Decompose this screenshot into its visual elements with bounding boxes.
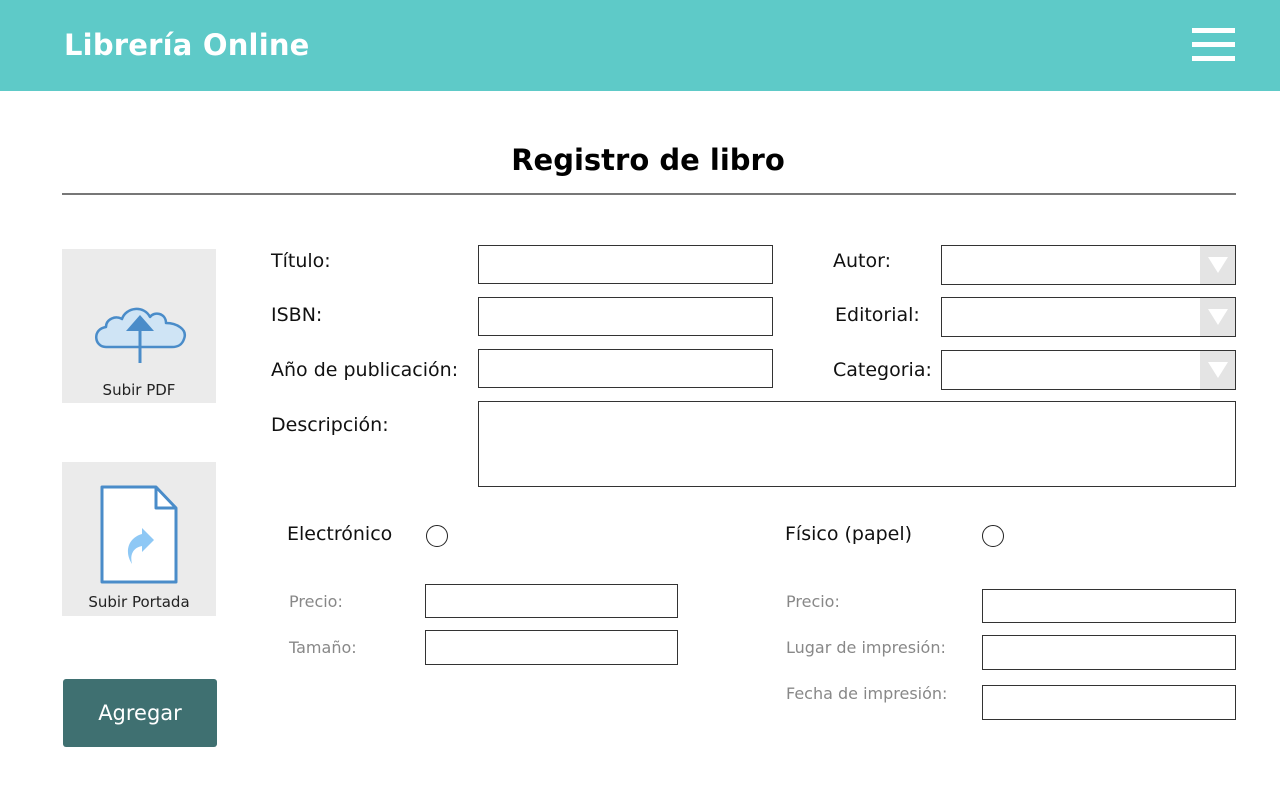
titulo-label: Título: bbox=[271, 250, 331, 272]
chevron-down-icon bbox=[1200, 298, 1235, 336]
titulo-input[interactable] bbox=[478, 245, 773, 284]
isbn-input[interactable] bbox=[478, 297, 773, 336]
categoria-select[interactable] bbox=[941, 350, 1236, 390]
isbn-label: ISBN: bbox=[271, 304, 323, 326]
electronico-precio-label: Precio: bbox=[289, 592, 343, 611]
fisico-precio-label: Precio: bbox=[786, 592, 840, 611]
title-divider bbox=[62, 193, 1236, 195]
chevron-down-icon bbox=[1200, 246, 1235, 284]
electronico-radio[interactable] bbox=[426, 525, 448, 547]
top-bar: Librería Online bbox=[0, 0, 1280, 91]
anio-publicacion-label: Año de publicación: bbox=[271, 359, 459, 381]
electronico-tamano-input[interactable] bbox=[425, 630, 678, 665]
fisico-lugar-input[interactable] bbox=[982, 635, 1236, 670]
fisico-precio-input[interactable] bbox=[982, 589, 1236, 623]
menu-line bbox=[1192, 28, 1235, 33]
chevron-down-icon bbox=[1200, 351, 1235, 389]
autor-select[interactable] bbox=[941, 245, 1236, 285]
descripcion-textarea[interactable] bbox=[478, 401, 1236, 487]
anio-publicacion-input[interactable] bbox=[478, 349, 773, 388]
upload-pdf-button[interactable]: Subir PDF bbox=[62, 249, 216, 403]
fisico-fecha-label: Fecha de impresión: bbox=[786, 684, 948, 703]
fisico-lugar-label: Lugar de impresión: bbox=[786, 638, 946, 657]
file-share-icon bbox=[100, 485, 178, 584]
categoria-label: Categoria: bbox=[833, 359, 932, 381]
page-title: Registro de libro bbox=[511, 143, 785, 177]
upload-cover-button[interactable]: Subir Portada bbox=[62, 462, 216, 616]
upload-pdf-label: Subir PDF bbox=[102, 381, 176, 399]
add-button[interactable]: Agregar bbox=[63, 679, 217, 747]
electronico-tamano-label: Tamaño: bbox=[289, 638, 357, 657]
electronico-option-label: Electrónico bbox=[287, 523, 393, 545]
fisico-fecha-input[interactable] bbox=[982, 685, 1236, 720]
cloud-upload-icon bbox=[95, 307, 187, 363]
fisico-option-label: Físico (papel) bbox=[785, 523, 913, 545]
electronico-precio-input[interactable] bbox=[425, 584, 678, 618]
upload-cover-label: Subir Portada bbox=[88, 593, 190, 611]
menu-line bbox=[1192, 42, 1235, 47]
app-title: Librería Online bbox=[64, 28, 310, 62]
fisico-radio[interactable] bbox=[982, 525, 1004, 547]
autor-label: Autor: bbox=[833, 250, 891, 272]
menu-line bbox=[1192, 56, 1235, 61]
editorial-label: Editorial: bbox=[835, 304, 920, 326]
editorial-select[interactable] bbox=[941, 297, 1236, 337]
descripcion-label: Descripción: bbox=[271, 414, 389, 436]
hamburger-menu-icon[interactable] bbox=[1192, 28, 1236, 64]
